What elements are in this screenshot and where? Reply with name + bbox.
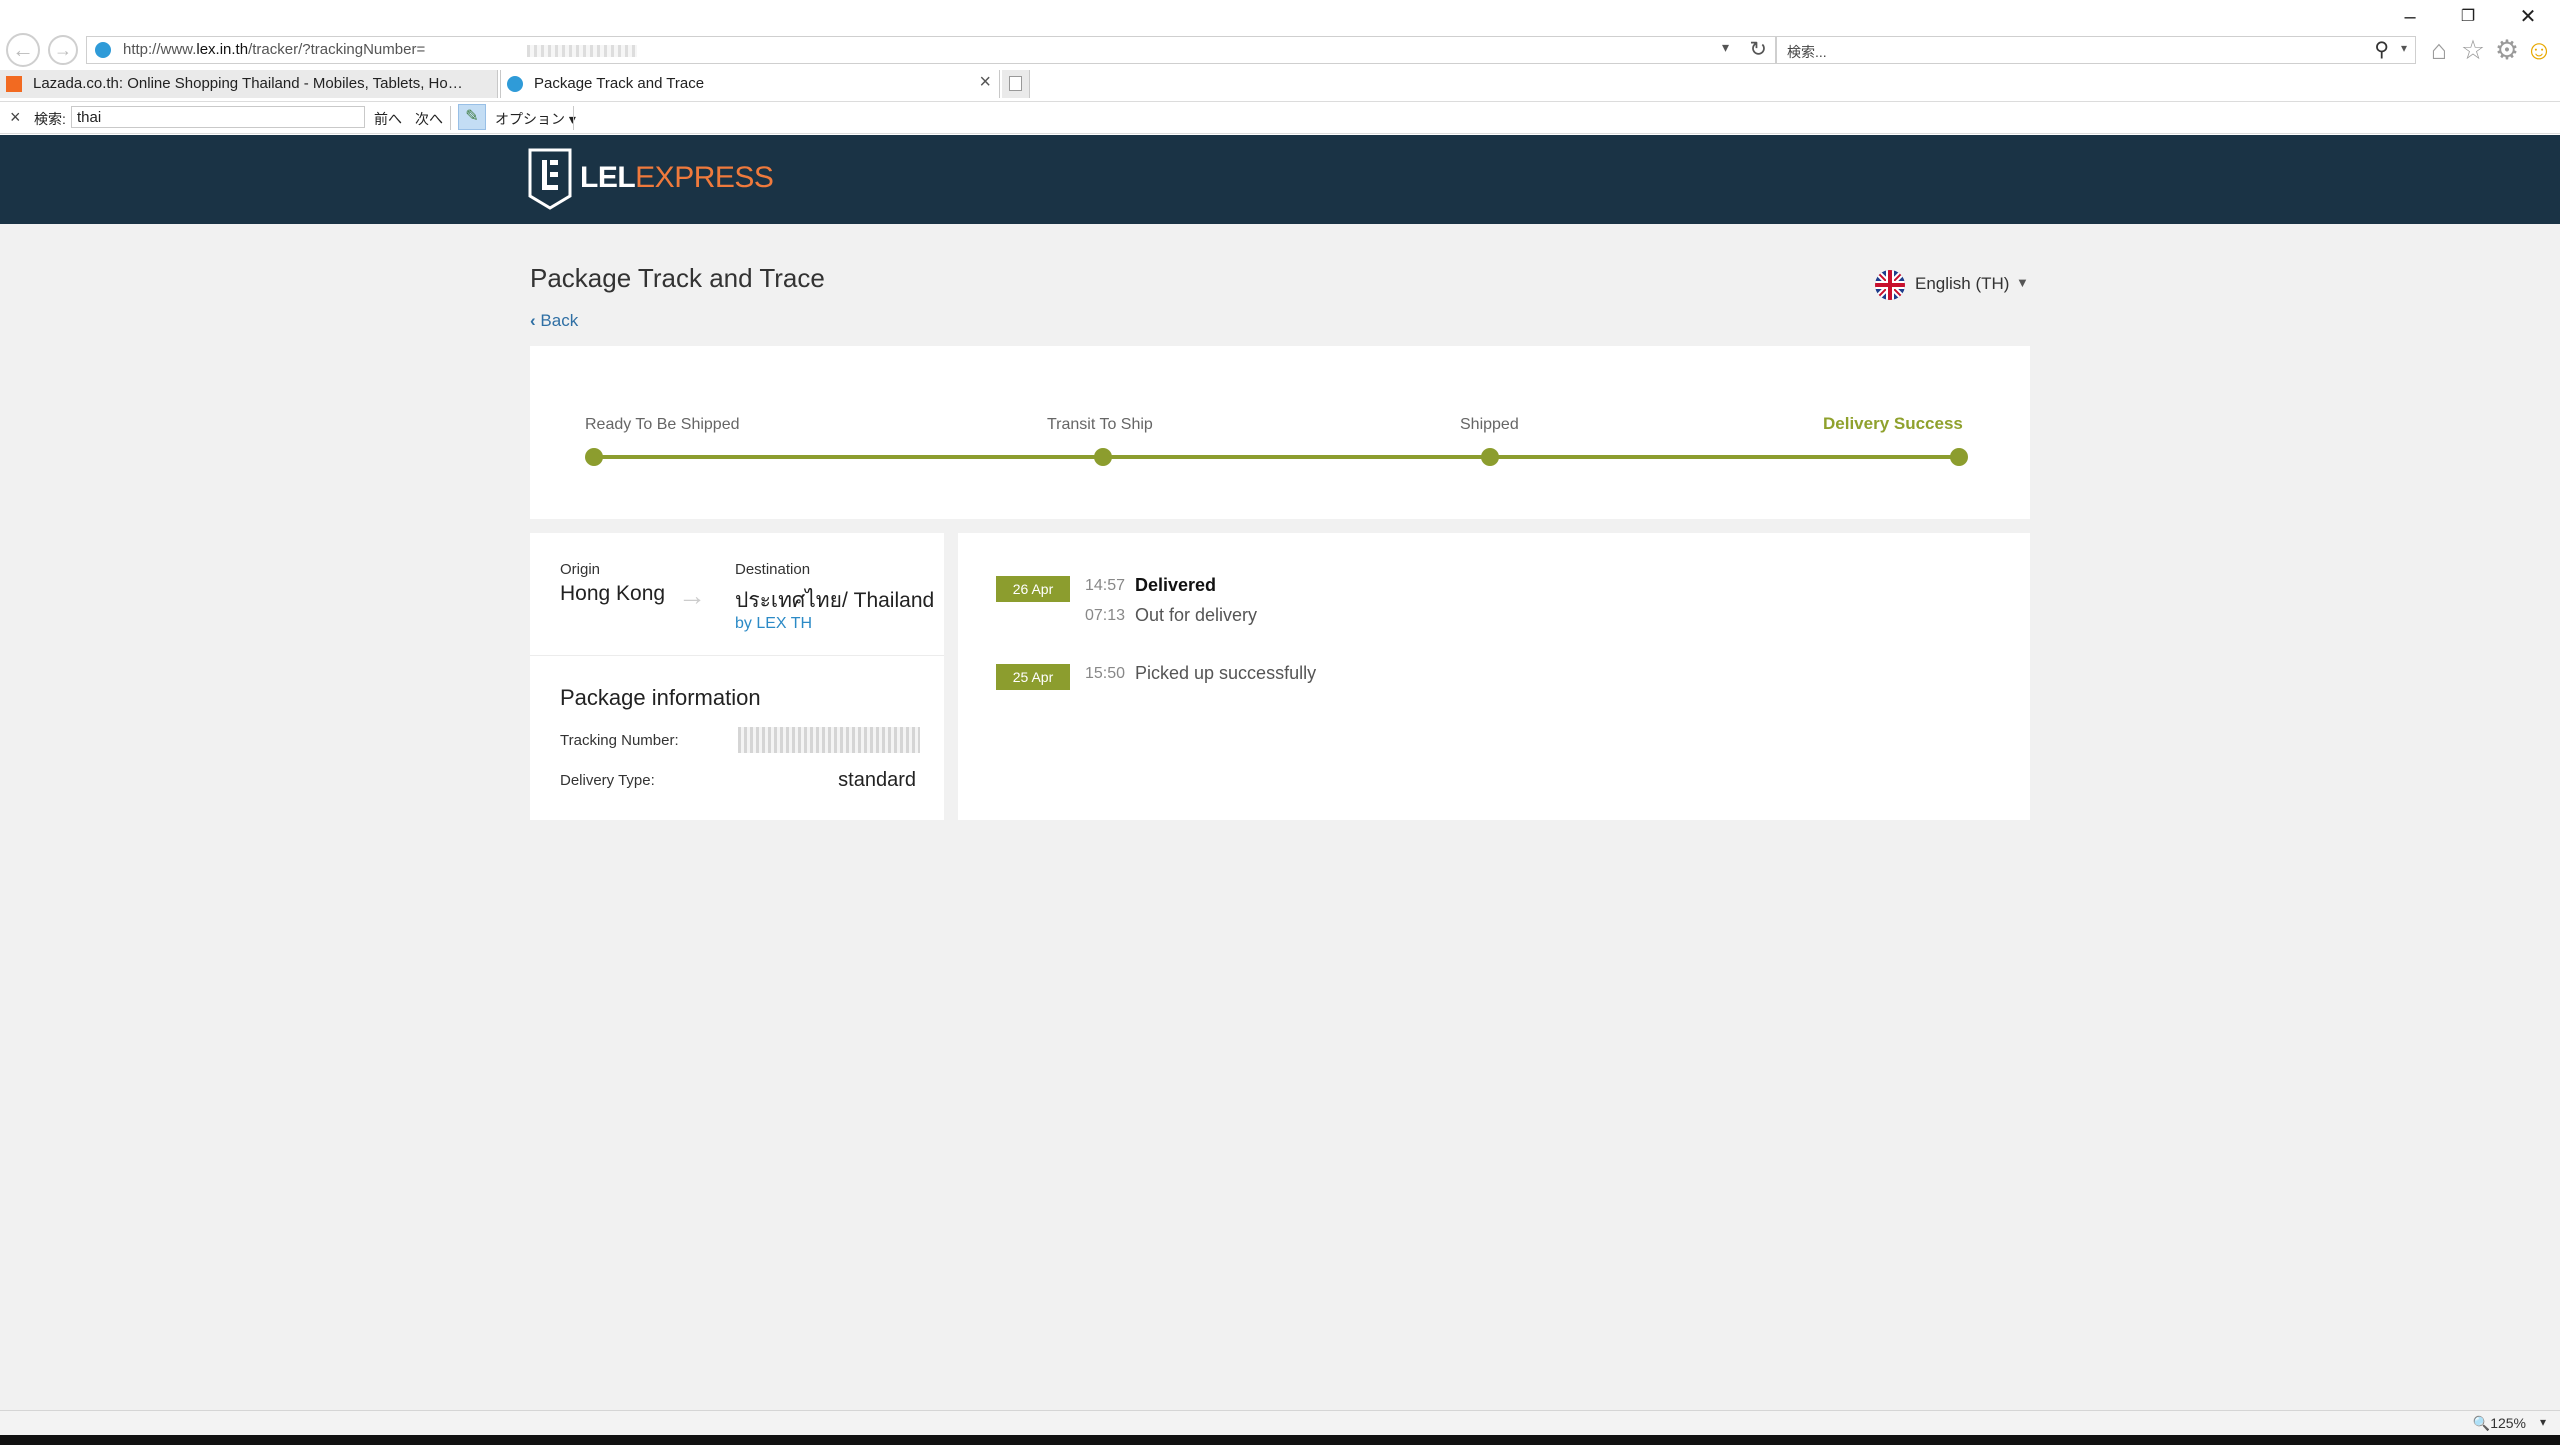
close-tab-icon[interactable]: ×: [979, 71, 991, 94]
search-icon[interactable]: ⚲: [2374, 37, 2389, 62]
find-input[interactable]: thai: [71, 106, 365, 128]
taskbar-edge: [0, 1435, 2560, 1445]
ie-page-icon: [95, 42, 111, 58]
url-text: http://www.lex.in.th/tracker/?trackingNu…: [123, 41, 426, 58]
event-date-badge: 26 Apr: [996, 576, 1070, 602]
browser-search-box[interactable]: 検索... ⚲ ▾: [1776, 36, 2416, 64]
arrow-left-icon: ←: [12, 37, 34, 62]
delivery-type-value: standard: [838, 769, 916, 791]
language-selector[interactable]: English (TH) ▼: [1875, 268, 2035, 304]
step-delivery-success: Delivery Success: [1823, 414, 1963, 433]
lel-shield-logo-icon[interactable]: [528, 148, 572, 210]
page-title: Package Track and Trace: [530, 263, 825, 293]
smiley-feedback-icon[interactable]: ☺: [2524, 36, 2554, 64]
favorites-star-icon[interactable]: ☆: [2458, 36, 2488, 64]
step-transit-to-ship: Transit To Ship: [1047, 416, 1153, 433]
package-info-heading: Package information: [560, 685, 761, 710]
progress-dot-4: [1950, 448, 1968, 466]
progress-line: [594, 455, 1960, 459]
panel-divider: [530, 655, 944, 656]
arrow-right-icon: →: [678, 580, 706, 611]
find-separator-2: [573, 106, 574, 130]
delivery-type-label: Delivery Type:: [560, 772, 655, 789]
chevron-left-icon: ‹: [530, 311, 536, 330]
search-dropdown-icon[interactable]: ▾: [2401, 41, 2407, 55]
event-text-picked-up: Picked up successfully: [1135, 663, 1317, 683]
browser-status-bar: 🔍125% ▾: [0, 1410, 2560, 1435]
caret-down-icon: ▼: [2016, 275, 2029, 290]
destination-label: Destination: [735, 561, 811, 578]
close-find-icon[interactable]: ×: [10, 107, 21, 128]
shipment-progress-panel: [530, 346, 2030, 519]
event-time: 07:13: [1085, 607, 1126, 624]
restore-icon[interactable]: ❐: [2448, 4, 2488, 30]
tab-package-track-label: Package Track and Trace: [534, 75, 705, 92]
progress-dot-1: [585, 448, 603, 466]
zoom-level[interactable]: 🔍125%: [2473, 1415, 2526, 1432]
language-label: English (TH): [1915, 274, 2010, 293]
find-separator: [450, 106, 451, 130]
lazada-favicon-icon: [6, 76, 22, 92]
tracking-number-label: Tracking Number:: [560, 732, 679, 749]
forward-nav-button[interactable]: →: [48, 35, 78, 65]
uk-flag-icon: [1875, 270, 1905, 300]
find-options-button[interactable]: オプション ▾: [495, 109, 576, 129]
progress-dot-3: [1481, 448, 1499, 466]
event-date-badge: 25 Apr: [996, 664, 1070, 690]
home-icon[interactable]: ⌂: [2424, 36, 2454, 64]
address-bar[interactable]: http://www.lex.in.th/tracker/?trackingNu…: [86, 36, 1776, 64]
tab-package-track[interactable]: Package Track and Trace ×: [500, 70, 1000, 98]
step-shipped: Shipped: [1460, 416, 1519, 433]
address-dropdown-icon[interactable]: ▾: [1722, 39, 1729, 56]
highlight-matches-icon[interactable]: ✎: [458, 104, 486, 130]
new-tab-icon: [1009, 76, 1022, 91]
event-time: 14:57: [1085, 577, 1126, 594]
minimize-icon[interactable]: –: [2390, 4, 2430, 30]
redacted-tracking-value: [738, 727, 920, 753]
step-ready-to-be-shipped: Ready To Be Shipped: [585, 416, 740, 433]
lel-express-wordmark[interactable]: LELEXPRESS: [580, 158, 774, 198]
event-text-out-for-delivery: Out for delivery: [1135, 605, 1258, 625]
close-window-icon[interactable]: ✕: [2508, 4, 2548, 30]
origin-label: Origin: [560, 561, 601, 578]
site-header: [0, 135, 2560, 224]
search-placeholder: 検索...: [1787, 44, 1827, 60]
new-tab-button[interactable]: [1002, 70, 1030, 98]
arrow-right-icon: →: [54, 39, 72, 60]
progress-dot-2: [1094, 448, 1112, 466]
refresh-icon[interactable]: ↻: [1749, 37, 1767, 62]
tab-lazada-label: Lazada.co.th: Online Shopping Thailand -…: [33, 75, 473, 92]
origin-value: Hong Kong: [560, 582, 666, 605]
destination-value: ประเทศไทย/ Thailand: [735, 589, 935, 612]
back-link[interactable]: ‹ Back: [530, 311, 578, 331]
tab-lazada[interactable]: Lazada.co.th: Online Shopping Thailand -…: [0, 70, 498, 98]
event-time: 15:50: [1085, 665, 1126, 682]
find-next-button[interactable]: 次へ: [415, 109, 443, 129]
gear-icon[interactable]: ⚙: [2492, 36, 2522, 64]
find-bar: × 検索: thai 前へ 次へ ✎ オプション ▾: [0, 101, 2560, 134]
back-nav-button[interactable]: ←: [6, 33, 40, 67]
find-label: 検索:: [34, 111, 66, 127]
zoom-dropdown-icon[interactable]: ▾: [2540, 1415, 2546, 1429]
find-previous-button[interactable]: 前へ: [374, 109, 402, 129]
ie-favicon-icon: [507, 76, 523, 92]
carrier-label: by LEX TH: [735, 615, 813, 632]
event-text-delivered: Delivered: [1135, 575, 1217, 595]
redacted-tracking-number: [527, 45, 637, 57]
